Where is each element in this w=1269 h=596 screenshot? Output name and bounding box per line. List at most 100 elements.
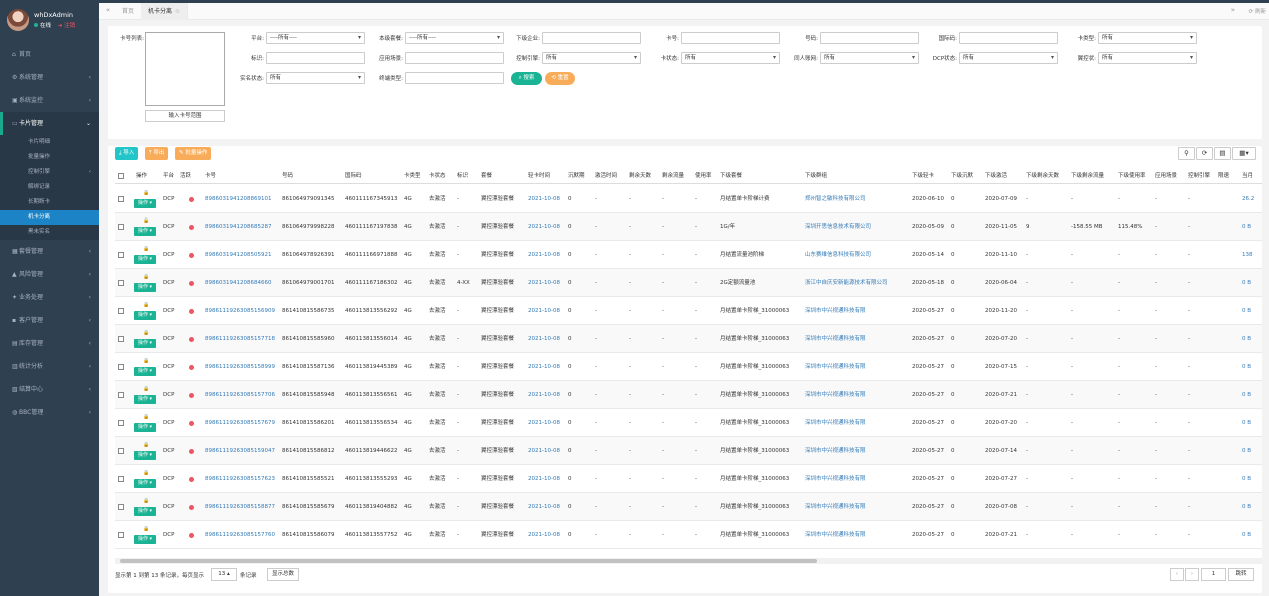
column-header[interactable]: 沉默期: [568, 169, 585, 184]
submenu-item[interactable]: 卡片明细: [0, 135, 99, 150]
column-header[interactable]: 下级套餐: [720, 169, 742, 184]
table-cell[interactable]: 2021-10-08: [528, 297, 560, 325]
lock-icon[interactable]: 🔒: [143, 302, 149, 308]
table-cell[interactable]: 89861119263085157623: [205, 465, 275, 493]
table-cell[interactable]: 138: [1242, 241, 1253, 269]
column-header[interactable]: 国际码: [345, 169, 362, 184]
column-header[interactable]: 使用率: [695, 169, 712, 184]
logout-link[interactable]: ➜ 注销: [58, 23, 75, 29]
table-cell[interactable]: 深圳市中兴视通科技有限: [805, 353, 866, 381]
row-action-button[interactable]: 操作 ▾: [134, 507, 156, 516]
number-input[interactable]: [820, 32, 919, 44]
export-button[interactable]: ⤒ 导出: [145, 147, 169, 160]
table-refresh-button[interactable]: ⟳: [1196, 147, 1213, 160]
row-action-button[interactable]: 操作 ▾: [134, 283, 156, 292]
table-cell[interactable]: 0 B: [1242, 381, 1251, 409]
table-row[interactable]: 🔒 操作 ▾ DCP 89861119263085158877 861410815585…: [115, 493, 1262, 521]
column-header[interactable]: 轻卡时间: [528, 169, 550, 184]
sidebar-item-video[interactable]: ▣系统监控 ‹: [0, 89, 99, 112]
iccid-input[interactable]: [959, 32, 1058, 44]
row-action-button[interactable]: 操作 ▾: [134, 227, 156, 236]
table-cell[interactable]: 山东赛维信息科技有限公司: [805, 241, 871, 269]
table-cell[interactable]: 深圳市中兴视通科技有限: [805, 297, 866, 325]
control-engine-select[interactable]: 所有: [542, 52, 641, 64]
lock-icon[interactable]: 🔒: [143, 414, 149, 420]
submenu-item[interactable]: 黑未实名: [0, 225, 99, 240]
scene-input[interactable]: [405, 52, 504, 64]
import-button[interactable]: ⤓ 导入: [115, 147, 139, 160]
table-cell[interactable]: 0 B: [1242, 213, 1251, 241]
table-cell[interactable]: 2021-10-08: [528, 353, 560, 381]
table-cell[interactable]: 89861119263085157706: [205, 381, 275, 409]
row-checkbox[interactable]: [118, 532, 124, 538]
row-action-button[interactable]: 操作 ▾: [134, 451, 156, 460]
table-cell[interactable]: 2021-10-08: [528, 409, 560, 437]
table-cell[interactable]: 2021-10-08: [528, 241, 560, 269]
belong-pool-select[interactable]: 所有: [820, 52, 919, 64]
refresh-button[interactable]: ⟳ 刷新: [1249, 7, 1266, 15]
table-cell[interactable]: 深圳市中兴视通科技有限: [805, 465, 866, 493]
columns-button[interactable]: ▦▾: [1232, 147, 1256, 160]
scrollbar-thumb[interactable]: [120, 559, 817, 563]
lock-icon[interactable]: 🔒: [143, 358, 149, 364]
row-action-button[interactable]: 操作 ▾: [134, 395, 156, 404]
table-row[interactable]: 🔒 操作 ▾ DCP 8986031941208505921 8610649789263…: [115, 241, 1262, 269]
table-cell[interactable]: 89861119263085157760: [205, 521, 275, 549]
row-checkbox[interactable]: [118, 448, 124, 454]
table-row[interactable]: 🔒 操作 ▾ DCP 89861119263085157706 861410815585…: [115, 381, 1262, 409]
table-row[interactable]: 🔒 操作 ▾ DCP 8986031941208869101 8610649790913…: [115, 185, 1262, 213]
row-checkbox[interactable]: [118, 504, 124, 510]
table-cell[interactable]: 深圳市中兴视通科技有限: [805, 325, 866, 353]
table-row[interactable]: 🔒 操作 ▾ DCP 89861119263085157679 861410815586…: [115, 409, 1262, 437]
table-cell[interactable]: 8986031941208505921: [205, 241, 272, 269]
table-cell[interactable]: 深圳市中兴视通科技有限: [805, 493, 866, 521]
sidebar-item-gear[interactable]: ⚙ 系统管理 ‹: [0, 66, 99, 89]
sidebar-item-users[interactable]: ✦ 业务处理 ‹: [0, 286, 99, 309]
column-header[interactable]: 套餐: [481, 169, 492, 184]
sidebar-item-package[interactable]: ▦套餐管理 ‹: [0, 240, 99, 263]
table-cell[interactable]: 深圳市中兴视通科技有限: [805, 521, 866, 549]
table-cell[interactable]: 0 B: [1242, 353, 1251, 381]
select-all-checkbox[interactable]: [118, 173, 124, 179]
column-header[interactable]: 卡状态: [429, 169, 446, 184]
row-checkbox[interactable]: [118, 392, 124, 398]
table-cell[interactable]: 0 B: [1242, 297, 1251, 325]
card-type-select[interactable]: 所有: [1098, 32, 1197, 44]
row-checkbox[interactable]: [118, 280, 124, 286]
table-row[interactable]: 🔒 操作 ▾ DCP 89861119263085157718 861410815585…: [115, 325, 1262, 353]
column-header[interactable]: 标识: [457, 169, 468, 184]
dcp-status-select[interactable]: 所有: [959, 52, 1058, 64]
lock-icon[interactable]: 🔒: [143, 442, 149, 448]
table-row[interactable]: 🔒 操作 ▾ DCP 89861119263085157760 861410815586…: [115, 521, 1262, 549]
table-row[interactable]: 🔒 操作 ▾ DCP 89861119263085157623 861410815585…: [115, 465, 1262, 493]
table-row[interactable]: 🔒 操作 ▾ DCP 89861119263085158999 861410815587…: [115, 353, 1262, 381]
card-no-input[interactable]: [681, 32, 780, 44]
column-header[interactable]: 卡类型: [404, 169, 421, 184]
column-header[interactable]: 活跃: [180, 169, 191, 184]
table-row[interactable]: 🔒 操作 ▾ DCP 89861119263085156909 861410815586…: [115, 297, 1262, 325]
jump-button[interactable]: 跳转: [1228, 568, 1254, 581]
table-cell[interactable]: 2021-10-08: [528, 185, 560, 213]
table-cell[interactable]: 郑州智之敏科技有限公司: [805, 185, 866, 213]
lock-icon[interactable]: 🔒: [143, 526, 149, 532]
table-search-button[interactable]: ⚲: [1178, 147, 1195, 160]
table-cell[interactable]: 8986031941208684660: [205, 269, 272, 297]
tabs-scroll-right-icon[interactable]: »: [1231, 6, 1235, 14]
row-action-button[interactable]: 操作 ▾: [134, 255, 156, 264]
table-cell[interactable]: 浙江中自庆安新能源技术有限公司: [805, 269, 888, 297]
row-checkbox[interactable]: [118, 336, 124, 342]
table-cell[interactable]: 89861119263085159047: [205, 437, 275, 465]
table-row[interactable]: 🔒 操作 ▾ DCP 89861119263085159047 861410815586…: [115, 437, 1262, 465]
tag-input[interactable]: [266, 52, 365, 64]
table-row[interactable]: 🔒 操作 ▾ DCP 8986031941208684660 8610649790017…: [115, 269, 1262, 297]
column-header[interactable]: 控制引擎: [1188, 169, 1210, 184]
row-action-button[interactable]: 操作 ▾: [134, 423, 156, 432]
table-cell[interactable]: 2021-10-08: [528, 437, 560, 465]
submenu-item[interactable]: 长期断卡: [0, 195, 99, 210]
submenu-item[interactable]: 批量操作: [0, 150, 99, 165]
lock-icon[interactable]: 🔒: [143, 386, 149, 392]
row-checkbox[interactable]: [118, 476, 124, 482]
row-checkbox[interactable]: [118, 196, 124, 202]
column-header[interactable]: 剩余天数: [629, 169, 651, 184]
submenu-item[interactable]: 解绑记录: [0, 180, 99, 195]
